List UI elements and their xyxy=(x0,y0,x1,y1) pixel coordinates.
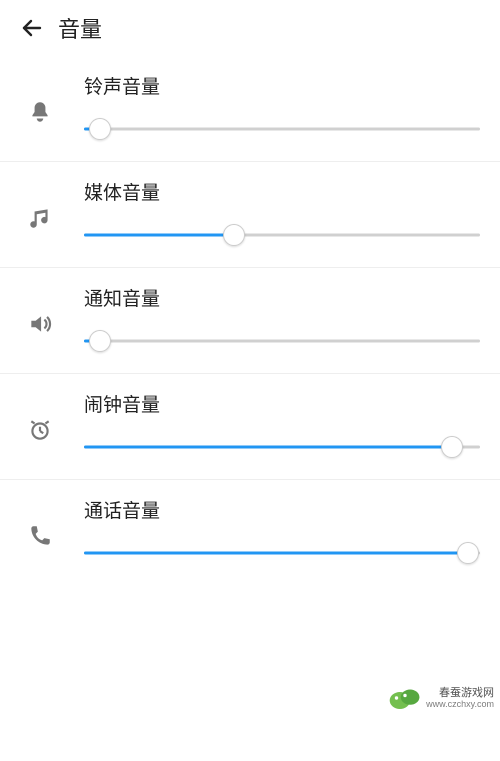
row-notify: 通知音量 xyxy=(0,268,500,374)
row-ringtone: 铃声音量 xyxy=(0,56,500,162)
back-arrow-icon xyxy=(20,16,44,40)
notify-slider[interactable] xyxy=(84,329,480,353)
alarm-clock-icon xyxy=(12,417,68,443)
row-label: 通话音量 xyxy=(84,496,480,523)
bell-icon xyxy=(12,99,68,125)
row-label: 铃声音量 xyxy=(84,72,480,99)
row-call: 通话音量 xyxy=(0,480,500,585)
row-label: 闹钟音量 xyxy=(84,390,480,417)
watermark-domain: www.czchxy.com xyxy=(426,699,494,709)
media-slider[interactable] xyxy=(84,223,480,247)
row-label: 媒体音量 xyxy=(84,178,480,205)
watermark: 春蚕游戏网 www.czchxy.com xyxy=(388,685,494,711)
row-label: 通知音量 xyxy=(84,284,480,311)
watermark-text: 春蚕游戏网 xyxy=(426,687,494,699)
row-alarm: 闹钟音量 xyxy=(0,374,500,480)
watermark-logo-icon xyxy=(388,685,422,711)
header: 音量 xyxy=(0,0,500,56)
alarm-slider[interactable] xyxy=(84,435,480,459)
speaker-icon xyxy=(12,311,68,337)
volume-list: 铃声音量 媒体音量 通知音量 xyxy=(0,56,500,585)
music-note-icon xyxy=(12,205,68,231)
page-title: 音量 xyxy=(58,12,102,44)
row-media: 媒体音量 xyxy=(0,162,500,268)
back-button[interactable] xyxy=(12,8,52,48)
ringtone-slider[interactable] xyxy=(84,117,480,141)
phone-icon xyxy=(12,523,68,549)
call-slider[interactable] xyxy=(84,541,480,565)
